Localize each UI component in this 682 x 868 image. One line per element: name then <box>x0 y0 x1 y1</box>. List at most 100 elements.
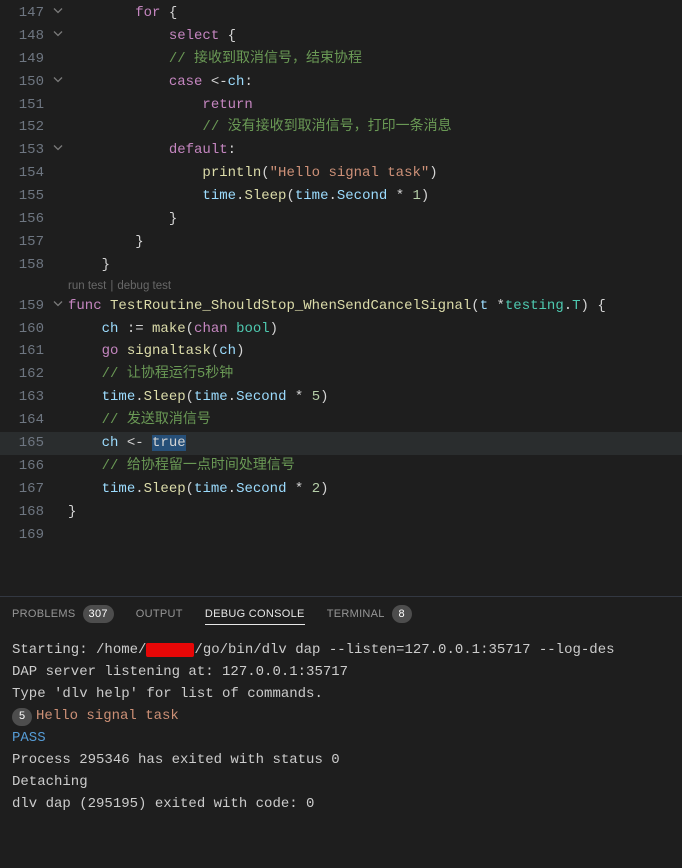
code-content: case <-ch: <box>68 71 253 94</box>
fold-toggle[interactable] <box>48 295 68 318</box>
redacted-text <box>146 643 194 657</box>
line-number: 160 <box>0 318 48 341</box>
code-content: ch <- true <box>68 432 186 455</box>
code-line[interactable]: 158 } <box>0 254 682 277</box>
code-line[interactable]: 161 go signaltask(ch) <box>0 340 682 363</box>
code-line[interactable]: 169 <box>0 524 682 547</box>
code-content: } <box>68 208 177 231</box>
line-number: 163 <box>0 386 48 409</box>
code-line[interactable]: 165 ch <- true <box>0 432 682 455</box>
tab-output-label: OUTPUT <box>136 608 183 620</box>
tab-terminal-label: TERMINAL <box>327 608 385 620</box>
console-line: Process 295346 has exited with status 0 <box>12 749 670 771</box>
line-number: 165 <box>0 432 48 455</box>
code-content: // 让协程运行5秒钟 <box>68 363 233 386</box>
code-line[interactable]: 160 ch := make(chan bool) <box>0 318 682 341</box>
fold-toggle[interactable] <box>48 71 68 94</box>
console-line: 5Hello signal task <box>12 705 670 727</box>
line-number: 166 <box>0 455 48 478</box>
line-number: 168 <box>0 501 48 524</box>
line-number: 159 <box>0 295 48 318</box>
code-content: println("Hello signal task") <box>68 162 438 185</box>
codelens: run test|debug test <box>0 277 682 295</box>
code-content: return <box>68 94 253 117</box>
code-line[interactable]: 150 case <-ch: <box>0 71 682 94</box>
fold-toggle[interactable] <box>48 139 68 162</box>
code-line[interactable]: 159 func TestRoutine_ShouldStop_WhenSendC… <box>0 295 682 318</box>
code-line[interactable]: 152 // 没有接收到取消信号，打印一条消息 <box>0 116 682 139</box>
code-line[interactable]: 154 println("Hello signal task") <box>0 162 682 185</box>
repeat-count-badge: 5 <box>12 708 32 726</box>
line-number: 150 <box>0 71 48 94</box>
codelens-debug-test[interactable]: debug test <box>117 280 171 292</box>
code-content: ch := make(chan bool) <box>68 318 278 341</box>
code-content: default: <box>68 139 236 162</box>
line-number: 155 <box>0 185 48 208</box>
code-line[interactable]: 148 select { <box>0 25 682 48</box>
fold-toggle[interactable] <box>48 2 68 25</box>
code-content: // 发送取消信号 <box>68 409 211 432</box>
code-line[interactable]: 157 } <box>0 231 682 254</box>
line-number: 162 <box>0 363 48 386</box>
code-content: // 给协程留一点时间处理信号 <box>68 455 295 478</box>
code-content: for { <box>68 2 177 25</box>
line-number: 149 <box>0 48 48 71</box>
tab-debug-console[interactable]: DEBUG CONSOLE <box>205 608 305 625</box>
code-line[interactable]: 151 return <box>0 94 682 117</box>
code-line[interactable]: 162 // 让协程运行5秒钟 <box>0 363 682 386</box>
line-number: 164 <box>0 409 48 432</box>
tab-output[interactable]: OUTPUT <box>136 608 183 620</box>
code-content: time.Sleep(time.Second * 5) <box>68 386 329 409</box>
code-line[interactable]: 156 } <box>0 208 682 231</box>
code-line[interactable]: 164 // 发送取消信号 <box>0 409 682 432</box>
code-line[interactable]: 167 time.Sleep(time.Second * 2) <box>0 478 682 501</box>
code-content: } <box>68 501 76 524</box>
console-line: DAP server listening at: 127.0.0.1:35717 <box>12 661 670 683</box>
line-number: 152 <box>0 116 48 139</box>
codelens-run-test[interactable]: run test <box>68 280 106 292</box>
code-editor[interactable]: 147 for {148 select {149 // 接收到取消信号，结束协程… <box>0 0 682 546</box>
line-number: 148 <box>0 25 48 48</box>
line-number: 169 <box>0 524 48 547</box>
code-line[interactable]: 149 // 接收到取消信号，结束协程 <box>0 48 682 71</box>
line-number: 153 <box>0 139 48 162</box>
code-content: time.Sleep(time.Second * 2) <box>68 478 329 501</box>
code-content: time.Sleep(time.Second * 1) <box>68 185 429 208</box>
code-line[interactable]: 168} <box>0 501 682 524</box>
console-line: PASS <box>12 727 670 749</box>
code-line[interactable]: 166 // 给协程留一点时间处理信号 <box>0 455 682 478</box>
code-content: // 接收到取消信号，结束协程 <box>68 48 362 71</box>
fold-toggle[interactable] <box>48 25 68 48</box>
code-content: func TestRoutine_ShouldStop_WhenSendCanc… <box>68 295 606 318</box>
console-line: dlv dap (295195) exited with code: 0 <box>12 793 670 815</box>
code-line[interactable]: 153 default: <box>0 139 682 162</box>
line-number: 147 <box>0 2 48 25</box>
code-line[interactable]: 155 time.Sleep(time.Second * 1) <box>0 185 682 208</box>
line-number: 151 <box>0 94 48 117</box>
code-content: // 没有接收到取消信号，打印一条消息 <box>68 116 452 139</box>
line-number: 154 <box>0 162 48 185</box>
line-number: 156 <box>0 208 48 231</box>
tab-problems[interactable]: PROBLEMS 307 <box>12 605 114 623</box>
debug-console-output[interactable]: Starting: /home//go/bin/dlv dap --listen… <box>0 631 682 868</box>
tab-problems-label: PROBLEMS <box>12 608 76 620</box>
problems-count-badge: 307 <box>83 605 114 623</box>
line-number: 161 <box>0 340 48 363</box>
code-content: go signaltask(ch) <box>68 340 244 363</box>
line-number: 167 <box>0 478 48 501</box>
code-content: select { <box>68 25 236 48</box>
console-line: Detaching <box>12 771 670 793</box>
console-line: Starting: /home//go/bin/dlv dap --listen… <box>12 639 670 661</box>
panel-tabs: PROBLEMS 307 OUTPUT DEBUG CONSOLE TERMIN… <box>0 596 682 631</box>
tab-terminal[interactable]: TERMINAL 8 <box>327 605 412 623</box>
code-line[interactable]: 147 for { <box>0 2 682 25</box>
code-content: } <box>68 231 144 254</box>
line-number: 157 <box>0 231 48 254</box>
terminal-count-badge: 8 <box>392 605 412 623</box>
line-number: 158 <box>0 254 48 277</box>
tab-debug-console-label: DEBUG CONSOLE <box>205 608 305 620</box>
editor-blank <box>0 546 682 596</box>
code-content: } <box>68 254 110 277</box>
code-line[interactable]: 163 time.Sleep(time.Second * 5) <box>0 386 682 409</box>
console-line: Type 'dlv help' for list of commands. <box>12 683 670 705</box>
